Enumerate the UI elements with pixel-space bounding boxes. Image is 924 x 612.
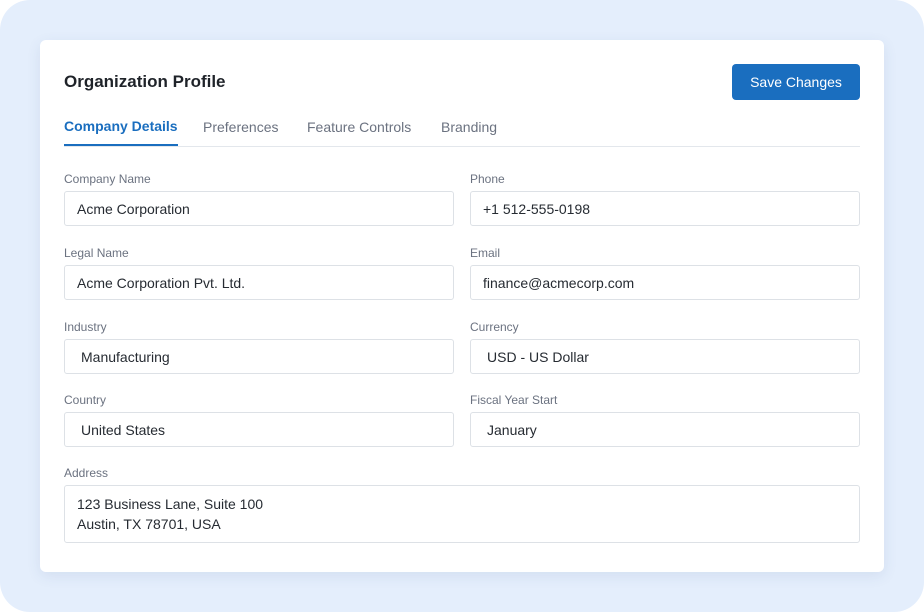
tab-company-details[interactable]: Company Details — [64, 117, 178, 146]
fiscal-year-start-select[interactable]: January — [470, 412, 860, 447]
industry-label: Industry — [64, 320, 107, 334]
email-input[interactable]: finance@acmecorp.com — [470, 265, 860, 300]
tab-preferences[interactable]: Preferences — [203, 118, 278, 136]
address-line-1: 123 Business Lane, Suite 100 — [77, 496, 264, 512]
currency-select[interactable]: USD - US Dollar — [470, 339, 860, 374]
phone-label: Phone — [470, 172, 505, 186]
currency-label: Currency — [470, 320, 519, 334]
country-label: Country — [64, 393, 107, 407]
page-title: Organization Profile — [64, 72, 226, 91]
address-line-2: Austin, TX 78701, USA — [77, 516, 221, 532]
tab-feature-controls[interactable]: Feature Controls — [307, 118, 411, 136]
phone-input[interactable]: +1 512-555-0198 — [470, 191, 860, 226]
company-name-input[interactable]: Acme Corporation — [64, 191, 454, 226]
legal-name-input[interactable]: Acme Corporation Pvt. Ltd. — [64, 265, 454, 300]
company-name-label: Company Name — [64, 172, 151, 186]
address-textarea[interactable]: 123 Business Lane, Suite 100 Austin, TX … — [64, 485, 860, 543]
save-changes-button[interactable]: Save Changes — [732, 64, 860, 100]
email-label: Email — [470, 246, 501, 260]
organization-profile-card: Organization Profile Save Changes Compan… — [40, 40, 884, 572]
fiscal-year-start-label: Fiscal Year Start — [470, 393, 558, 407]
tab-bar: Company Details Preferences Feature Cont… — [64, 116, 860, 147]
legal-name-label: Legal Name — [64, 246, 129, 260]
page-background: Organization Profile Save Changes Compan… — [0, 0, 924, 612]
address-label: Address — [64, 466, 109, 480]
industry-select[interactable]: Manufacturing — [64, 339, 454, 374]
country-select[interactable]: United States — [64, 412, 454, 447]
tab-branding[interactable]: Branding — [441, 118, 497, 136]
